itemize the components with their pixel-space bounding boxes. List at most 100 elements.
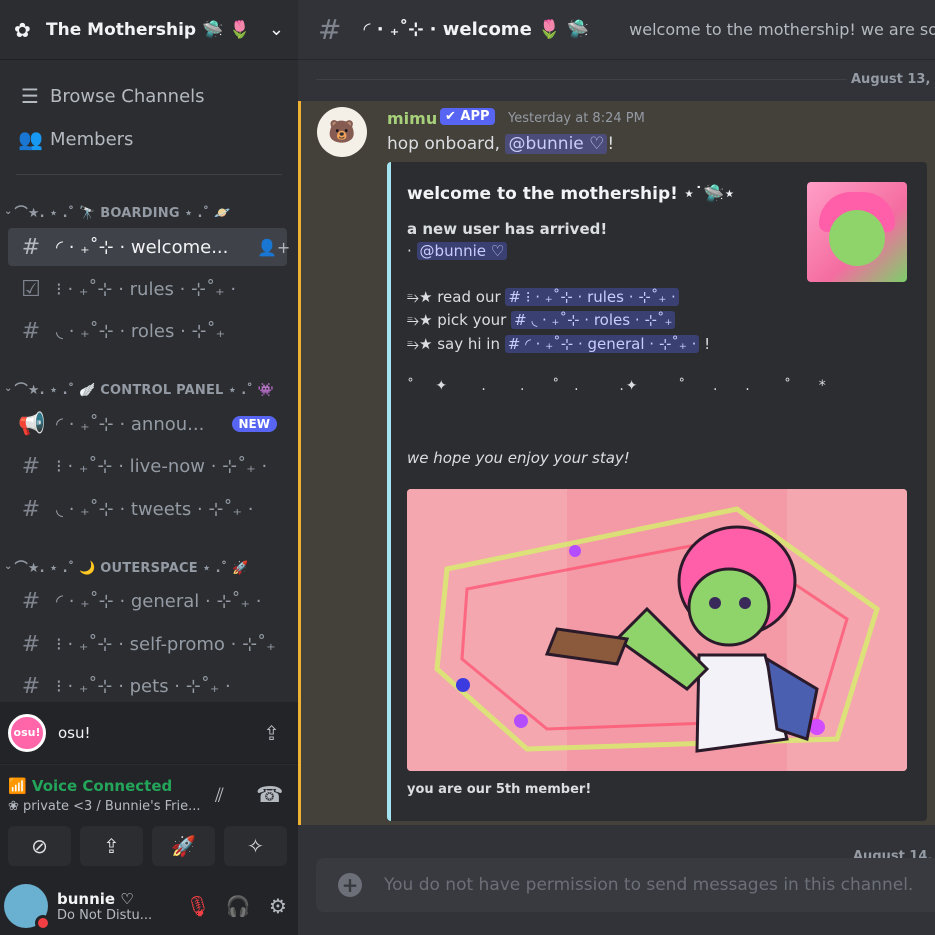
activity-button[interactable]: 🚀: [152, 826, 215, 866]
voice-panel: 📶 Voice Connected ❀ private <3 / Bunnie'…: [0, 765, 298, 877]
chevron-down-icon: ⌄: [4, 205, 13, 217]
gear-icon[interactable]: ⚙: [258, 894, 298, 918]
hashtag-icon: #: [21, 453, 41, 479]
user-info[interactable]: bunnie ♡ Do Not Distu...: [57, 890, 178, 923]
channel-rules[interactable]: ☑ ⁝ · ₊˚⊹ · rules · ⊹˚₊ ·: [8, 270, 287, 308]
channel-label: ⁝ · ₊˚⊹ · pets · ⊹˚₊ ·: [56, 675, 231, 697]
channel-general[interactable]: # ◜ · ₊˚⊹ · general · ⊹˚₊ ·: [8, 582, 287, 620]
hashtag-icon: #: [318, 13, 342, 46]
members-button[interactable]: 👥 Members: [8, 121, 288, 157]
embed-thumbnail[interactable]: [807, 182, 907, 282]
channel-announcements[interactable]: 📢 ◜ · ₊˚⊹ · annou... NEW: [8, 405, 287, 443]
server-name: The Mothership 🛸 🌷: [46, 19, 251, 40]
plus-icon[interactable]: +: [338, 873, 362, 897]
channel-title: ◜ · ₊˚⊹ · welcome 🌷 🛸: [363, 19, 590, 40]
members-label: Members: [50, 128, 134, 150]
rocket-icon: 🚀: [171, 834, 196, 858]
voice-status-label: Voice Connected: [31, 777, 173, 795]
browse-channels-icon: ☰: [21, 84, 39, 108]
disconnect-icon[interactable]: ☎: [256, 783, 283, 808]
embed-roles-line: ⥱★ pick your # ◟ · ₊˚⊹ · roles · ⊹˚₊: [407, 311, 676, 329]
bot-avatar[interactable]: 🐻: [317, 107, 367, 157]
embed-general-line: ⥱★ say hi in # ◜ · ₊˚⊹ · general · ⊹˚₊ ·…: [407, 335, 710, 353]
user-status: Do Not Distu...: [57, 907, 153, 923]
embed-mention-line: · @bunnie ♡: [407, 242, 508, 260]
voice-channel-name[interactable]: ❀ private <3 / Bunnie's Frie...: [8, 799, 213, 814]
hashtag-icon: #: [21, 631, 41, 657]
category-outerspace[interactable]: ⌄ ⌒★. ⋆ .˚ 🌙 OUTERSPACE ⋆ .˚ 🚀: [4, 555, 294, 577]
message-input[interactable]: + You do not have permission to send mes…: [316, 858, 935, 912]
voice-connected-status[interactable]: 📶 Voice Connected: [8, 777, 172, 795]
soundboard-icon: ✧: [247, 834, 264, 858]
channel-header: # ◜ · ₊˚⊹ · welcome 🌷 🛸 welcome to the m…: [298, 0, 935, 60]
welcome-embed: welcome to the mothership! ⋆˙🛸⋆ a new us…: [387, 162, 927, 821]
embed-banner-image[interactable]: [407, 489, 907, 771]
server-flower-icon: ✿: [14, 17, 31, 42]
soundboard-button[interactable]: ✧: [224, 826, 287, 866]
banner-illustration: [407, 489, 907, 771]
channel-link-roles[interactable]: # ◟ · ₊˚⊹ · roles · ⊹˚₊: [511, 311, 676, 329]
channel-tweets[interactable]: # ◟ · ₊˚⊹ · tweets · ⊹˚₊ ·: [8, 490, 287, 528]
embed-rules-line: ⥱★ read our # ⁝ · ₊˚⊹ · rules · ⊹˚₊ ·: [407, 288, 679, 306]
camera-off-icon: ⊘: [31, 834, 48, 858]
embed-row-prefix: ⥱★ read our: [407, 288, 506, 306]
activity-panel[interactable]: osu! osu! ⇪: [0, 702, 298, 764]
embed-row-suffix: !: [699, 335, 711, 353]
channel-live-now[interactable]: # ⁝ · ₊˚⊹ · live-now · ⊹˚₊ ·: [8, 447, 287, 485]
members-icon: 👥: [18, 127, 43, 151]
chevron-down-icon[interactable]: ⌄: [269, 19, 284, 40]
date-divider: [316, 79, 935, 80]
dnd-status-icon: [35, 915, 51, 931]
osu-logo-icon: osu!: [8, 713, 46, 752]
thumbnail-face: [829, 210, 885, 266]
server-header[interactable]: ✿ The Mothership 🛸 🌷 ⌄: [0, 0, 298, 60]
channel-label: ◜ · ₊˚⊹ · annou...: [56, 413, 205, 435]
channel-link-rules[interactable]: # ⁝ · ₊˚⊹ · rules · ⊹˚₊ ·: [505, 288, 679, 306]
embed-title: welcome to the mothership! ⋆˙🛸⋆: [407, 184, 735, 204]
embed-footer: you are our 5th member!: [407, 782, 592, 797]
hashtag-icon: #: [21, 673, 41, 699]
channel-roles[interactable]: # ◟ · ₊˚⊹ · roles · ⊹˚₊: [8, 312, 287, 350]
category-label: ⌒★. ⋆ .˚ 🌙 OUTERSPACE ⋆ .˚ 🚀: [14, 560, 249, 576]
category-label: ⌒★. ⋆ .˚ 🪽 CONTROL PANEL ⋆ .˚ 👾: [14, 382, 275, 398]
channel-label: ◟ · ₊˚⊹ · roles · ⊹˚₊: [56, 320, 226, 342]
screen-share-button[interactable]: ⇪: [80, 826, 143, 866]
message[interactable]: 🐻 mimu ✔ APP Yesterday at 8:24 PM hop on…: [298, 101, 935, 825]
user-avatar[interactable]: [4, 884, 51, 931]
channel-self-promo[interactable]: # ⁝ · ₊˚⊹ · self-promo · ⊹˚₊: [8, 625, 287, 663]
channel-label: ◜ · ₊˚⊹ · general · ⊹˚₊ ·: [56, 590, 262, 612]
category-control-panel[interactable]: ⌄ ⌒★. ⋆ .˚ 🪽 CONTROL PANEL ⋆ .˚ 👾: [4, 377, 294, 399]
signal-icon: 📶: [8, 777, 32, 795]
input-placeholder: You do not have permission to send messa…: [384, 875, 914, 895]
channel-pets[interactable]: # ⁝ · ₊˚⊹ · pets · ⊹˚₊ ·: [8, 667, 287, 705]
message-text: hop onboard, @bunnie ♡!: [387, 134, 614, 154]
add-member-icon[interactable]: 👤+: [257, 238, 290, 257]
mic-muted-icon[interactable]: 🎙: [178, 894, 218, 918]
category-label: ⌒★. ⋆ .˚ 🔭 BOARDING ⋆ .˚ 🪐: [14, 205, 231, 221]
channel-label: ⁝ · ₊˚⊹ · live-now · ⊹˚₊ ·: [56, 455, 268, 477]
chevron-down-icon: ⌄: [4, 382, 13, 394]
new-badge: NEW: [231, 416, 277, 432]
browse-channels-label: Browse Channels: [50, 85, 205, 107]
embed-star-decoration: ˚ ✦ . . ˚ . .✦ ˚ . . ˚ *: [407, 378, 828, 394]
mention-highlight-bar: [298, 101, 301, 825]
headphones-icon[interactable]: 🎧: [218, 894, 258, 918]
screen-share-icon: ⇪: [103, 834, 120, 858]
camera-off-button[interactable]: ⊘: [8, 826, 71, 866]
username: bunnie ♡: [57, 889, 134, 908]
message-author[interactable]: mimu: [387, 109, 437, 128]
screen-share-icon[interactable]: ⇪: [263, 721, 280, 745]
hashtag-icon: #: [21, 588, 41, 614]
user-mention[interactable]: @bunnie ♡: [416, 242, 508, 260]
browse-channels-button[interactable]: ☰ Browse Channels: [8, 78, 288, 114]
channel-link-general[interactable]: # ◜ · ₊˚⊹ · general · ⊹˚₊ ·: [504, 335, 700, 353]
user-mention[interactable]: @bunnie ♡: [505, 134, 608, 154]
channel-label: ⁝ · ₊˚⊹ · rules · ⊹˚₊ ·: [56, 278, 237, 300]
noise-suppression-icon[interactable]: ⫽: [215, 783, 224, 807]
channel-welcome[interactable]: # ◜ · ₊˚⊹ · welcome... 👤+: [8, 228, 290, 266]
category-boarding[interactable]: ⌄ ⌒★. ⋆ .˚ 🔭 BOARDING ⋆ .˚ 🪐: [4, 200, 294, 222]
message-text-suffix: !: [607, 134, 615, 154]
channel-topic[interactable]: welcome to the mothership! we are so hap: [629, 20, 935, 39]
hashtag-icon: #: [21, 318, 41, 344]
activity-name: osu!: [58, 723, 91, 742]
